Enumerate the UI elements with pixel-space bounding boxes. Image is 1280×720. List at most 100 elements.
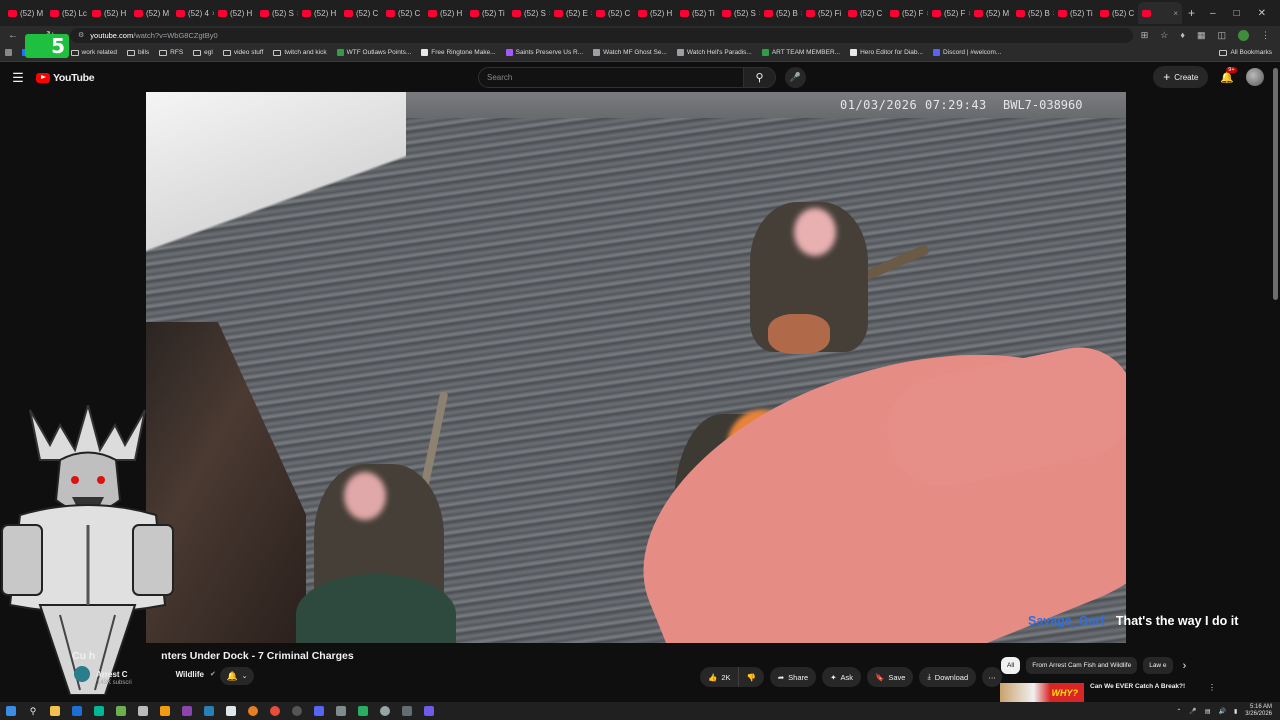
channel-name-rest[interactable]: Wildlife [176,670,204,679]
all-bookmarks[interactable]: All Bookmarks [1214,49,1280,56]
bookmark-item[interactable]: Discord | #welcom... [928,49,1006,56]
browser-tab[interactable]: (52) Lc× [46,2,88,24]
app-teal[interactable] [88,702,110,720]
app-purple[interactable] [176,702,198,720]
browser-tab[interactable]: (52) S× [508,2,550,24]
app-tool[interactable] [396,702,418,720]
minimize-icon[interactable]: – [1210,8,1216,19]
maximize-icon[interactable]: □ [1234,8,1240,19]
store-app[interactable] [66,702,88,720]
app-firefox[interactable] [242,702,264,720]
guide-menu-icon[interactable]: ☰ [0,70,36,86]
search-button[interactable]: ⚲ [744,67,776,88]
new-tab-icon[interactable]: + [1188,6,1195,20]
notifications-button[interactable]: 🔔 9+ [1220,66,1237,84]
browser-tab[interactable]: (52) M× [130,2,172,24]
more-vertical-icon[interactable]: ⋮ [1208,683,1216,703]
account-avatar[interactable] [1246,68,1264,86]
bookmark-item[interactable]: ART TEAM MEMBER... [757,49,845,56]
search-input[interactable]: Search [478,67,744,88]
browser-tab[interactable]: (52) 4× [172,2,214,24]
ask-button[interactable]: ✦ Ask [822,667,861,687]
app-settings[interactable] [374,702,396,720]
back-icon[interactable]: ← [8,30,18,41]
create-button[interactable]: + Create [1153,66,1209,88]
app-obs-studio[interactable] [418,702,440,720]
bookmark-item[interactable]: Free Ringtone Make... [416,49,500,56]
app-obs[interactable] [286,702,308,720]
page-scrollbar[interactable] [1273,68,1278,300]
app-doc[interactable] [220,702,242,720]
app-editor[interactable] [352,702,374,720]
extension-icon[interactable]: ♦ [1180,30,1185,41]
bookmark-item[interactable]: egl [188,49,218,56]
battery-icon[interactable]: ▮ [1234,708,1237,715]
browser-tab[interactable]: (52) S× [256,2,298,24]
mic-tray-icon[interactable]: 🎤 [1189,708,1196,715]
browser-tab[interactable]: (52) Ti× [466,2,508,24]
bookmark-item[interactable]: twitch and kick [268,49,331,56]
browser-tab[interactable]: (52) B× [1012,2,1054,24]
browser-tab[interactable]: (52) H× [214,2,256,24]
voice-search-button[interactable]: 🎤 [785,67,806,88]
browser-tab[interactable]: (52) H× [634,2,676,24]
address-bar[interactable]: ⚙ youtube.com/watch?v=WbG8CZgtBy0 [70,27,1133,43]
app-green[interactable] [110,702,132,720]
browser-tab[interactable]: (52) H× [424,2,466,24]
download-button[interactable]: ⤓ Download [919,667,977,687]
tab-close-icon[interactable]: × [1173,9,1178,18]
chrome-menu-icon[interactable]: ⋮ [1261,30,1270,41]
chevron-right-icon[interactable]: › [1183,660,1187,672]
browser-tab[interactable]: (52) M× [970,2,1012,24]
close-window-icon[interactable]: ✕ [1258,8,1266,19]
browser-tab[interactable]: (52) F× [886,2,928,24]
site-info-icon[interactable]: ⚙ [78,31,84,39]
channel-name[interactable]: Arrest C [96,670,128,679]
volume-icon[interactable]: 🔊 [1219,708,1226,715]
browser-tab-active[interactable]: × [1138,2,1182,24]
app-blue[interactable] [198,702,220,720]
video-player[interactable]: 01/03/2026 07:29:43 BWL7-038960 [146,92,1126,643]
app-vlc[interactable] [154,702,176,720]
app-discord[interactable] [308,702,330,720]
browser-tab[interactable]: (52) S× [718,2,760,24]
recommended-video[interactable]: WHY? Can We EVER Catch A Break?! ⋮ [1000,683,1216,703]
browser-tab[interactable]: (52) H× [298,2,340,24]
bookmark-item[interactable]: Hero Editor for Diab... [845,49,928,56]
search-taskbar[interactable]: ⚲ [22,702,44,720]
browser-tab[interactable]: (52) C× [844,2,886,24]
filter-chip[interactable]: All [1001,657,1021,674]
bookmark-item[interactable]: Saints Preserve Us R... [501,49,589,56]
share-button[interactable]: ➦ Share [769,667,817,687]
browser-tab[interactable]: (52) E× [550,2,592,24]
network-icon[interactable]: ▤ [1205,708,1211,715]
taskbar-clock[interactable]: 5:16 AM 3/26/2026 [1245,704,1272,718]
browser-tab[interactable]: (52) F× [928,2,970,24]
bookmark-item[interactable]: Watch MF Ghost Se... [588,49,672,56]
bookmark-item[interactable]: RFS [154,49,188,56]
browser-tab[interactable]: (52) Ti× [1054,2,1096,24]
profile-avatar[interactable] [1238,29,1249,41]
sidebar-icon[interactable]: ◫ [1217,30,1226,41]
browser-tab[interactable]: (52) M× [4,2,46,24]
bookmark-item[interactable]: Watch Hell's Paradis... [672,49,757,56]
bookmark-star-icon[interactable]: ☆ [1160,30,1168,41]
browser-tab[interactable]: (52) C× [382,2,424,24]
install-icon[interactable]: ⊞ [1141,30,1149,41]
start-button[interactable] [0,702,22,720]
file-explorer-app[interactable] [44,702,66,720]
filter-chip[interactable]: From Arrest Cam Fish and Wildlife [1026,657,1138,674]
apps-grid-icon[interactable] [0,49,17,56]
app-chrome[interactable] [264,702,286,720]
dislike-button[interactable]: 👎 [737,667,764,687]
browser-tab[interactable]: (52) C× [1096,2,1138,24]
browser-tab[interactable]: (52) Fi× [802,2,844,24]
browser-tab[interactable]: (52) H× [88,2,130,24]
extensions-puzzle-icon[interactable]: ▦ [1197,30,1206,41]
filter-chip[interactable]: Law e [1143,657,1173,674]
browser-tab[interactable]: (52) B× [760,2,802,24]
app-terminal[interactable] [330,702,352,720]
like-button[interactable]: 👍 2K [700,667,738,687]
browser-tab[interactable]: (52) C× [592,2,634,24]
subscribed-bell-button[interactable]: 🔔 ⌄ [220,667,254,685]
